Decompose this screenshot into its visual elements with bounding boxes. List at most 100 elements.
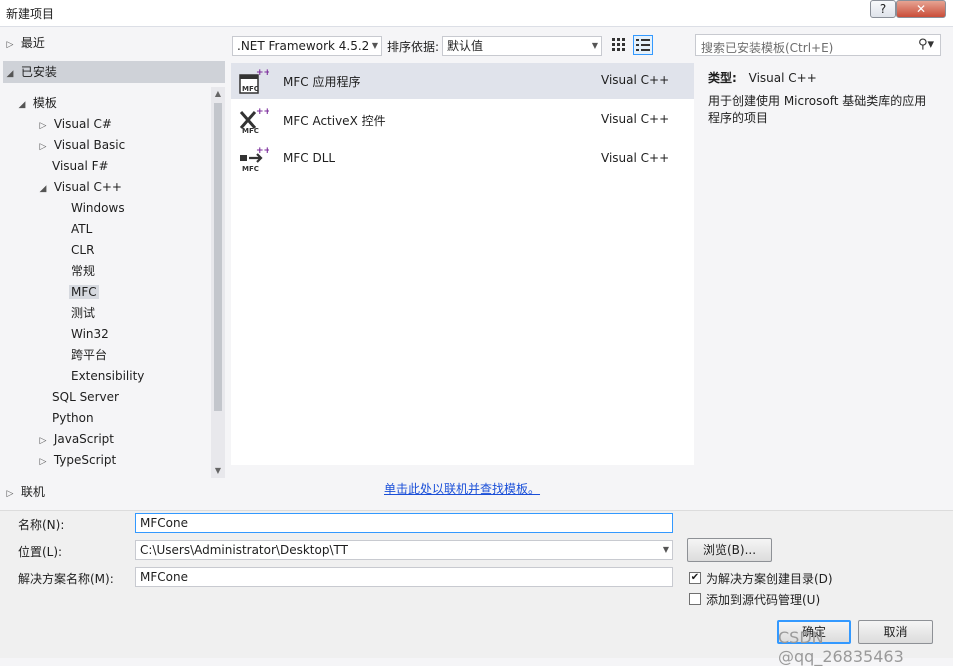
title-bar: 新建项目 ? ✕ <box>0 0 953 27</box>
search-placeholder: 搜索已安装模板(Ctrl+E) <box>701 41 834 55</box>
tree-item-general[interactable]: 常规 <box>71 261 95 282</box>
online-templates-link[interactable]: 单击此处以联机并查找模板。 <box>384 480 540 497</box>
list-item-mfc-app[interactable]: MFC ++ MFC 应用程序 Visual C++ <box>231 63 694 99</box>
name-input[interactable]: MFCone <box>135 513 673 533</box>
tree-label: 跨平台 <box>71 348 108 362</box>
framework-select[interactable]: .NET Framework 4.5.2 ▼ <box>232 36 382 56</box>
svg-text:++: ++ <box>256 68 269 78</box>
location-input[interactable]: C:\Users\Administrator\Desktop\TT ▼ <box>135 540 673 560</box>
tree-label: 常规 <box>71 264 96 278</box>
expand-arrow-icon[interactable]: ▷ <box>3 483 17 505</box>
tree-item-typescript[interactable]: ▷ TypeScript <box>36 450 117 473</box>
sort-value: 默认值 <box>447 39 484 53</box>
list-item-mfc-activex[interactable]: MFC ++ MFC ActiveX 控件 Visual C++ <box>231 102 694 138</box>
tree-item-sql-server[interactable]: SQL Server <box>52 387 119 408</box>
template-list: MFC ++ MFC 应用程序 Visual C++ MFC ++ MFC Ac… <box>231 63 694 465</box>
tree-label: SQL Server <box>52 390 119 404</box>
tree-item-python[interactable]: Python <box>52 408 94 429</box>
template-language: Visual C++ <box>601 112 670 126</box>
scrollbar-thumb[interactable] <box>214 103 222 411</box>
source-control-label: 添加到源代码管理(U) <box>706 593 821 607</box>
tree-item-clr[interactable]: CLR <box>71 240 94 261</box>
create-directory-checkbox[interactable]: ✔ <box>689 572 701 584</box>
tree-label: Extensibility <box>71 369 145 383</box>
expand-arrow-icon[interactable]: ▷ <box>36 116 50 137</box>
svg-text:++: ++ <box>256 107 269 117</box>
scroll-up-icon[interactable]: ▲ <box>211 87 225 101</box>
svg-text:MFC: MFC <box>242 127 259 134</box>
template-language: Visual C++ <box>601 73 670 87</box>
tree-item-online[interactable]: ▷ 联机 <box>3 481 225 503</box>
collapse-arrow-icon[interactable]: ◢ <box>36 179 50 200</box>
template-name: MFC 应用程序 <box>283 75 361 89</box>
tree-item-windows[interactable]: Windows <box>71 198 125 219</box>
template-tree-panel: ▷ 最近 ◢ 已安装 ◢ 模板 ▷ Visual C# ▷ Visual Bas… <box>3 32 225 508</box>
tree-label: Visual C++ <box>53 180 122 194</box>
window-title: 新建项目 <box>6 7 55 21</box>
watermark: CSDN @qq_26835463 <box>778 628 904 666</box>
sort-label: 排序依据: <box>387 40 440 54</box>
create-directory-label: 为解决方案创建目录(D) <box>706 572 833 586</box>
tree-item-templates[interactable]: ◢ 模板 <box>15 93 57 114</box>
checkmark-icon: ✔ <box>690 572 700 583</box>
tree-label: MFC <box>69 285 99 299</box>
browse-button[interactable]: 浏览(B)... <box>687 538 772 562</box>
tree-item-test[interactable]: 测试 <box>71 303 95 324</box>
chevron-down-icon: ▼ <box>371 41 378 50</box>
template-name: MFC DLL <box>283 151 336 165</box>
search-input[interactable]: 搜索已安装模板(Ctrl+E) ⚲▾ <box>695 34 941 56</box>
tree-label: Win32 <box>71 327 109 341</box>
tree-scrollbar[interactable]: ▲ ▼ <box>211 87 225 478</box>
chevron-down-icon[interactable]: ▼ <box>663 541 669 559</box>
tree-label: Python <box>52 411 94 425</box>
help-button[interactable]: ? <box>870 0 896 18</box>
tree-label: CLR <box>71 243 95 257</box>
grid-view-button[interactable] <box>609 35 629 55</box>
tree-label: 联机 <box>20 485 45 499</box>
collapse-arrow-icon[interactable]: ◢ <box>15 95 29 116</box>
expand-arrow-icon[interactable]: ▷ <box>36 137 50 158</box>
location-value: C:\Users\Administrator\Desktop\TT <box>140 543 348 557</box>
expand-arrow-icon[interactable]: ▷ <box>36 452 50 473</box>
svg-text:MFC: MFC <box>242 85 259 93</box>
solution-name-input[interactable]: MFCone <box>135 567 673 587</box>
tree-item-mfc[interactable]: MFC <box>69 282 99 303</box>
list-view-button[interactable] <box>633 35 653 55</box>
tree-label: 已安装 <box>20 65 57 79</box>
name-label: 名称(N): <box>18 518 65 532</box>
chevron-down-icon: ▼ <box>591 41 598 50</box>
location-label: 位置(L): <box>18 545 63 559</box>
tree-item-win32[interactable]: Win32 <box>71 324 109 345</box>
tree-item-javascript[interactable]: ▷ JavaScript <box>36 429 114 450</box>
tree-item-installed[interactable]: ◢ 已安装 <box>3 61 225 83</box>
tree-label: Visual C# <box>53 117 112 131</box>
list-view-icon <box>636 39 650 51</box>
tree-item-atl[interactable]: ATL <box>71 219 92 240</box>
type-value: Visual C++ <box>748 71 817 85</box>
tree-item-visual-csharp[interactable]: ▷ Visual C# <box>36 114 112 135</box>
tree-item-visual-cpp[interactable]: ◢ Visual C++ <box>36 177 122 198</box>
tree-label: JavaScript <box>53 432 114 446</box>
svg-text:++: ++ <box>256 146 269 156</box>
mfc-dll-icon: MFC ++ <box>239 145 269 173</box>
close-button[interactable]: ✕ <box>896 0 946 18</box>
sort-select[interactable]: 默认值 ▼ <box>442 36 602 56</box>
collapse-arrow-icon[interactable]: ◢ <box>3 63 17 85</box>
tree-item-recent[interactable]: ▷ 最近 <box>3 32 225 54</box>
tree-item-visual-basic[interactable]: ▷ Visual Basic <box>36 135 126 158</box>
tree-label: 模板 <box>32 96 57 110</box>
list-item-mfc-dll[interactable]: MFC ++ MFC DLL Visual C++ <box>231 141 694 177</box>
tree-item-cross-platform[interactable]: 跨平台 <box>71 345 107 366</box>
source-control-checkbox[interactable] <box>689 593 701 605</box>
scroll-down-icon[interactable]: ▼ <box>211 464 225 478</box>
expand-arrow-icon[interactable]: ▷ <box>36 431 50 452</box>
tree-label: Visual Basic <box>53 138 126 152</box>
type-label: 类型: <box>708 71 737 85</box>
svg-text:MFC: MFC <box>242 165 259 173</box>
template-name: MFC ActiveX 控件 <box>283 114 386 128</box>
tree-item-visual-fsharp[interactable]: Visual F# <box>52 156 109 177</box>
search-icon[interactable]: ⚲▾ <box>918 37 934 52</box>
template-description: 用于创建使用 Microsoft 基础类库的应用程序的项目 <box>708 94 927 125</box>
tree-item-extensibility[interactable]: Extensibility <box>71 366 144 387</box>
expand-arrow-icon[interactable]: ▷ <box>3 34 17 56</box>
